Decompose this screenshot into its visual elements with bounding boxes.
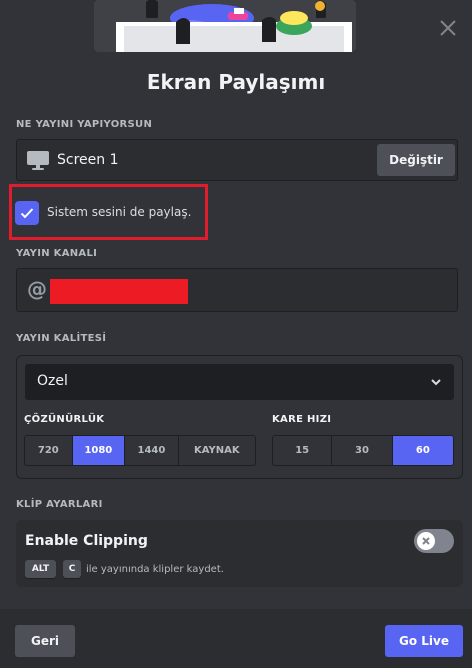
key-alt: ALT xyxy=(25,560,56,578)
source-selector: Screen 1 Değiştir xyxy=(16,139,458,181)
close-button[interactable] xyxy=(436,16,460,40)
redacted-channel-name xyxy=(50,279,188,304)
modal-title: Ekran Paylaşımı xyxy=(146,70,326,94)
at-symbol: @ xyxy=(27,277,47,301)
screen-share-modal: Ekran Paylaşımı NE YAYINI YAPIYORSUN Scr… xyxy=(0,0,472,668)
source-section-label: NE YAYINI YAPIYORSUN xyxy=(16,119,153,130)
share-audio-label: Sistem sesini de paylaş. xyxy=(47,205,192,219)
header-illustration xyxy=(94,0,356,52)
change-source-button[interactable]: Değiştir xyxy=(377,144,455,176)
toggle-knob xyxy=(417,532,435,550)
channel-field: @ xyxy=(16,268,458,312)
resolution-option-720[interactable]: 720 xyxy=(25,436,73,465)
back-button[interactable]: Geri xyxy=(15,625,75,657)
quality-section-label: YAYIN KALİTESİ xyxy=(16,333,107,344)
key-c: C xyxy=(63,560,81,578)
quality-preset-select[interactable]: Ozel xyxy=(25,364,454,400)
resolution-selector: 720 1080 1440 KAYNAK xyxy=(24,435,256,466)
clipping-description: ile yayınında klipler kaydet. xyxy=(86,564,224,575)
checkmark-icon xyxy=(20,208,34,219)
resolution-option-source[interactable]: KAYNAK xyxy=(179,436,255,465)
channel-section-label: YAYIN KANALI xyxy=(16,248,98,259)
clipping-panel: Enable Clipping ALT C ile yayınında klip… xyxy=(16,520,463,587)
framerate-option-60[interactable]: 60 xyxy=(392,436,453,465)
close-icon xyxy=(440,20,456,36)
share-audio-checkbox[interactable] xyxy=(15,201,39,225)
chevron-down-icon xyxy=(431,379,441,386)
resolution-option-1440[interactable]: 1440 xyxy=(125,436,179,465)
framerate-selector: 15 30 60 xyxy=(272,435,454,466)
resolution-option-1080[interactable]: 1080 xyxy=(72,436,126,465)
monitor-icon xyxy=(27,151,49,170)
framerate-option-30[interactable]: 30 xyxy=(332,436,393,465)
modal-footer: Geri Go Live xyxy=(0,609,472,668)
clipping-title: Enable Clipping xyxy=(25,533,148,549)
framerate-option-15[interactable]: 15 xyxy=(273,436,333,465)
clips-section-label: KLİP AYARLARI xyxy=(16,499,103,510)
framerate-label: KARE HIZI xyxy=(272,414,332,425)
resolution-label: ÇÖZÜNÜRLÜK xyxy=(24,414,105,425)
preset-value: Ozel xyxy=(37,373,68,389)
clipping-toggle[interactable] xyxy=(414,529,454,553)
source-name: Screen 1 xyxy=(57,152,119,168)
go-live-button[interactable]: Go Live xyxy=(385,625,463,657)
close-icon xyxy=(422,537,430,545)
